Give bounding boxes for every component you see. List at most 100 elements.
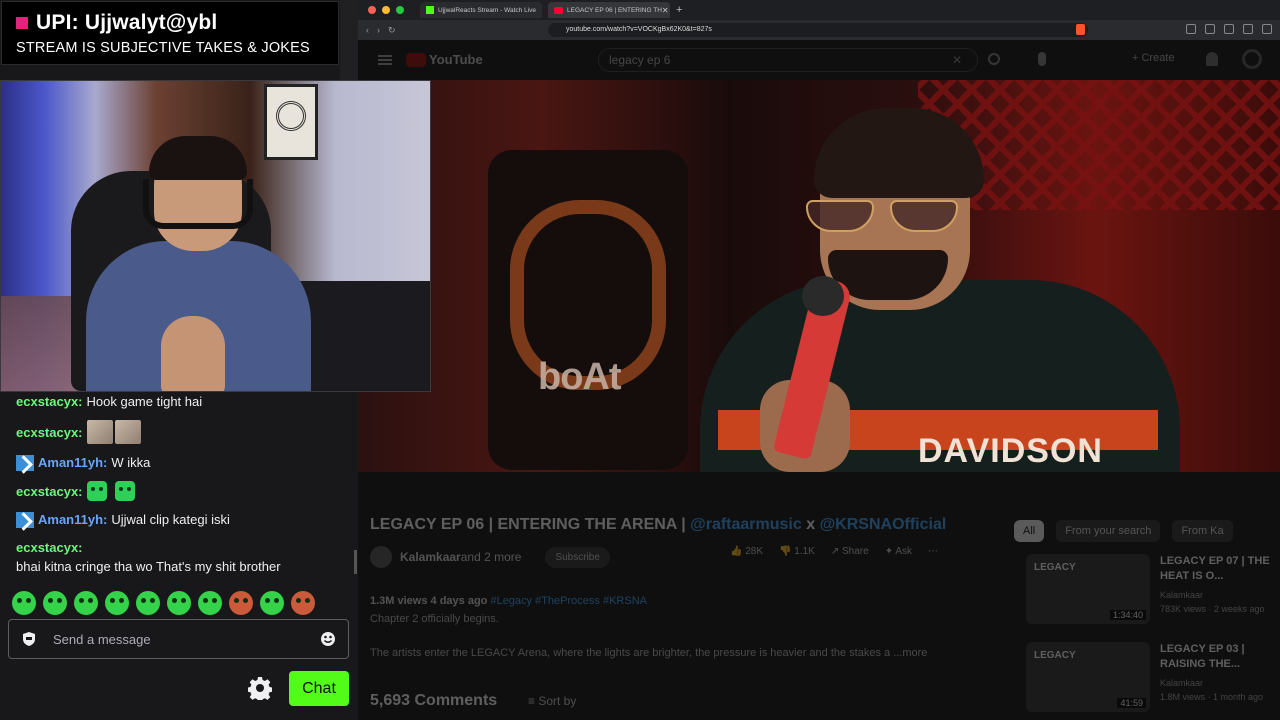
recommended-channel[interactable]: Kalamkaar: [1160, 590, 1203, 600]
chip-from-search[interactable]: From your search: [1056, 520, 1161, 542]
emote-icon[interactable]: [167, 591, 191, 615]
chat-username[interactable]: Aman11yh:: [38, 510, 107, 529]
chat-message: ecxstacyx:: [16, 420, 348, 444]
window-close-button[interactable]: [368, 6, 376, 14]
wallet-icon[interactable]: [1224, 24, 1234, 34]
emote-icon[interactable]: [198, 591, 222, 615]
video-description[interactable]: 1.3M views 4 days ago #Legacy #TheProces…: [370, 592, 990, 662]
chat-input[interactable]: Send a message: [8, 619, 349, 659]
account-avatar[interactable]: [1242, 49, 1262, 69]
extension-icon[interactable]: [1186, 24, 1196, 34]
emote-icon[interactable]: [12, 591, 36, 615]
sidebar-icon[interactable]: [1205, 24, 1215, 34]
chat-message: ecxstacyx: Hook game tight hai: [16, 392, 348, 411]
tab-label: LEGACY EP 06 | ENTERING TH: [567, 6, 662, 14]
emote-icon[interactable]: [136, 591, 160, 615]
window-minimize-button[interactable]: [382, 6, 390, 14]
mention-link[interactable]: @KRSNAOfficial: [820, 516, 947, 533]
chat-send-button[interactable]: Chat: [289, 671, 349, 706]
chip-from-channel[interactable]: From Ka: [1172, 520, 1233, 542]
reload-icon[interactable]: ↻: [388, 25, 396, 36]
browser-tab-youtube[interactable]: LEGACY EP 06 | ENTERING TH ✕: [548, 2, 670, 18]
mention-link[interactable]: @raftaarmusic: [690, 516, 802, 533]
create-button[interactable]: + Create: [1132, 52, 1175, 64]
chat-text: Hook game tight hai: [86, 394, 203, 409]
emoji-icon[interactable]: [320, 631, 336, 647]
emote-icon[interactable]: [105, 591, 129, 615]
youtube-logo-text: YouTube: [429, 52, 483, 67]
chat-text: Ujjwal clip kategi iski: [111, 512, 230, 527]
close-icon[interactable]: ✕: [662, 6, 669, 15]
brave-shield-icon[interactable]: [1076, 24, 1085, 35]
chat-scrollbar[interactable]: [354, 550, 357, 574]
emote-icon[interactable]: [291, 591, 315, 615]
hashtags[interactable]: #Legacy #TheProcess #KRSNA: [490, 595, 647, 607]
channel-more[interactable]: and 2 more: [461, 550, 522, 564]
recommended-video[interactable]: LEGACY 41:59 LEGACY EP 03 | RAISING THE.…: [1026, 642, 1276, 716]
search-input[interactable]: legacy ep 6: [598, 48, 978, 72]
channel-row: Kalamkaar and 2 more Subscribe: [370, 546, 610, 568]
chat-username[interactable]: ecxstacyx:: [16, 482, 83, 501]
emote-icon[interactable]: [260, 591, 284, 615]
emote-icon[interactable]: [74, 591, 98, 615]
webcam-feed: [0, 80, 431, 392]
video-thumbnail[interactable]: LEGACY 1:34:40: [1026, 554, 1150, 624]
kick-icon: [426, 6, 434, 14]
chat-username[interactable]: ecxstacyx:: [16, 423, 83, 442]
recommended-title[interactable]: LEGACY EP 07 | THE HEAT IS O...: [1160, 554, 1272, 584]
hamburger-menu-icon[interactable]: [378, 55, 392, 65]
upi-row: UPI: Ujjwalyt@ybl: [16, 11, 326, 35]
sort-comments-button[interactable]: ≡ Sort by: [528, 694, 576, 708]
chat-username[interactable]: Aman11yh:: [38, 453, 107, 472]
search-icon[interactable]: [988, 53, 1000, 65]
video-actions: 👍 28K 👎 1.1K ↗ Share ✦ Ask ⋯: [730, 546, 938, 557]
video-player[interactable]: boAt DAVIDSON: [358, 80, 1280, 472]
subscribe-button[interactable]: Subscribe: [545, 546, 610, 568]
more-actions-icon[interactable]: ⋯: [928, 546, 938, 557]
back-icon[interactable]: ‹: [366, 25, 369, 35]
chat-username[interactable]: ecxstacyx:: [16, 538, 83, 557]
green-face-emote-icon: [86, 481, 107, 501]
clear-search-icon[interactable]: ✕: [952, 53, 962, 67]
share-button[interactable]: ↗ Share: [831, 546, 869, 557]
video-thumbnail[interactable]: LEGACY 41:59: [1026, 642, 1150, 712]
window-maximize-button[interactable]: [396, 6, 404, 14]
browser-toolbar-icons: [1186, 24, 1272, 34]
tab-label: UjjwalReacts Stream - Watch Live: [438, 6, 537, 14]
sunglasses: [806, 200, 966, 232]
upi-subtitle: STREAM IS SUBJECTIVE TAKES & JOKES: [16, 40, 310, 56]
recommended-channel[interactable]: Kalamkaar: [1160, 678, 1203, 688]
browser-tab-kick[interactable]: UjjwalReacts Stream - Watch Live: [420, 2, 542, 18]
boat-logo-overlay: boAt: [538, 356, 622, 398]
chat-message: ecxstacyx: bhai kitna cringe tha wo That…: [16, 538, 348, 576]
notifications-bell-icon[interactable]: [1206, 52, 1218, 66]
url-field[interactable]: youtube.com/watch?v=VOCKgBx62K0&t=827s: [548, 23, 1088, 37]
chip-all[interactable]: All: [1014, 520, 1045, 542]
badge-icon: [16, 511, 34, 528]
upi-banner: UPI: Ujjwalyt@ybl STREAM IS SUBJECTIVE T…: [1, 1, 339, 65]
jacket-text-overlay: DAVIDSON: [918, 432, 1103, 470]
chat-username[interactable]: ecxstacyx:: [16, 392, 83, 411]
upi-title: UPI: Ujjwalyt@ybl: [36, 11, 218, 34]
recommended-title[interactable]: LEGACY EP 03 | RAISING THE...: [1160, 642, 1272, 672]
emote-icon[interactable]: [43, 591, 67, 615]
dislike-button[interactable]: 👎 1.1K: [779, 546, 815, 557]
like-button[interactable]: 👍 28K: [730, 546, 763, 557]
music-icon[interactable]: [1243, 24, 1253, 34]
new-tab-button[interactable]: +: [676, 4, 682, 16]
youtube-logo[interactable]: YouTube: [406, 52, 483, 67]
gear-icon[interactable]: [248, 676, 272, 700]
menu-icon[interactable]: [1262, 24, 1272, 34]
microphone-icon[interactable]: [1038, 52, 1046, 66]
green-face-emote-icon: [114, 481, 135, 501]
emote-quick-bar: [12, 591, 315, 615]
forward-icon[interactable]: ›: [377, 25, 380, 35]
left-tab-strip: [340, 0, 358, 80]
emote-icon[interactable]: [229, 591, 253, 615]
channel-avatar[interactable]: [370, 546, 392, 568]
shield-icon[interactable]: [21, 631, 37, 647]
channel-name[interactable]: Kalamkaar: [400, 550, 461, 564]
ask-button[interactable]: ✦ Ask: [885, 546, 912, 557]
chat-message: Aman11yh: Ujjwal clip kategi iski: [16, 510, 348, 529]
recommended-video[interactable]: LEGACY 1:34:40 LEGACY EP 07 | THE HEAT I…: [1026, 554, 1276, 628]
